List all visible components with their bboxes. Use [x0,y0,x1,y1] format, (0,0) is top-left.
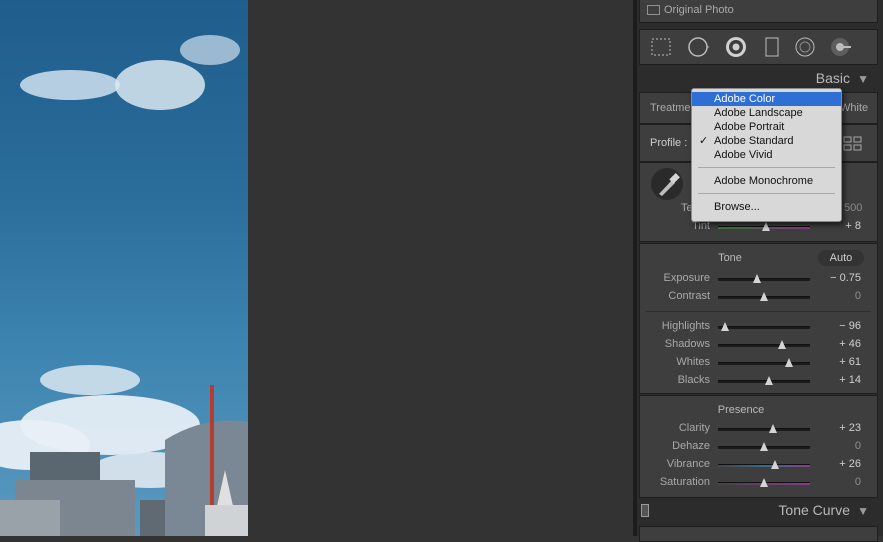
radial-filter-icon[interactable] [794,36,816,58]
profile-label: Profile : [650,137,688,149]
profile-dropdown-menu: Adobe Color Adobe Landscape Adobe Portra… [691,88,842,222]
vibrance-slider-track[interactable] [718,464,810,467]
contrast-value[interactable]: 0 [821,290,861,302]
menu-item-adobe-color[interactable]: Adobe Color [692,92,841,106]
blacks-slider-thumb[interactable] [764,376,773,385]
graduated-filter-icon[interactable] [761,36,783,58]
shadows-value[interactable]: + 46 [821,338,861,350]
shadows-label: Shadows [664,338,710,350]
panel-divider[interactable] [633,0,637,536]
menu-item-browse[interactable]: Browse... [692,200,841,214]
tone-title: Tone [718,252,742,264]
whites-value[interactable]: + 61 [821,356,861,368]
blacks-value[interactable]: + 14 [821,374,861,386]
basic-panel-header[interactable]: Basic ▼ [639,69,876,89]
presence-section: Presence Clarity + 23 Dehaze 0 Vibrance … [639,395,878,498]
menu-separator [698,167,835,168]
auto-tone-button[interactable]: Auto [818,250,864,266]
highlights-slider-thumb[interactable] [721,322,730,331]
exposure-label: Exposure [663,272,710,284]
clarity-value[interactable]: + 23 [821,422,861,434]
tone-curve-header[interactable]: Tone Curve ▼ [639,500,876,522]
temp-value[interactable]: 500 [844,202,862,214]
menu-item-adobe-vivid[interactable]: Adobe Vivid [692,148,841,162]
photo-frame-icon [647,5,660,15]
crop-overlay-icon[interactable] [650,36,672,58]
tone-curve-collapse-icon[interactable]: ▼ [857,504,869,518]
blacks-label: Blacks [677,374,710,386]
shadows-slider-thumb[interactable] [778,340,787,349]
dehaze-slider-thumb[interactable] [760,442,768,451]
saturation-slider-thumb[interactable] [760,478,768,487]
exposure-value[interactable]: − 0.75 [821,272,861,284]
clarity-slider-track[interactable] [718,428,810,431]
photo-image [0,35,248,536]
tool-strip [639,29,878,65]
eyedropper-icon[interactable] [650,167,684,201]
contrast-label: Contrast [668,290,710,302]
tone-curve-title: Tone Curve [778,502,850,518]
panel-collapse-triangle-icon[interactable]: ▼ [857,72,869,86]
menu-item-adobe-landscape[interactable]: Adobe Landscape [692,106,841,120]
shadows-slider-track[interactable] [718,344,810,347]
exposure-slider-thumb[interactable] [752,274,761,283]
treatment-black-white[interactable]: White [840,102,868,114]
canvas-background [248,0,633,536]
panel-switch-icon[interactable] [641,504,649,517]
clarity-label: Clarity [678,422,710,434]
profile-browser-grid-icon[interactable] [843,136,863,152]
original-photo-label: Original Photo [664,4,734,16]
basic-title: Basic [815,70,850,86]
photo-preview [0,0,248,536]
tone-section: Tone Auto Exposure − 0.75 Contrast 0 Hig… [639,243,878,394]
red-eye-icon[interactable] [725,36,747,58]
tint-slider-thumb[interactable] [761,222,770,231]
menu-separator [698,193,835,194]
vibrance-label: Vibrance [666,458,710,470]
dehaze-value[interactable]: 0 [821,440,861,452]
vibrance-value[interactable]: + 26 [821,458,861,470]
tone-curve-section [639,526,878,542]
checkmark-icon: ✓ [699,135,709,147]
saturation-label: Saturation [659,476,710,488]
adjustment-brush-icon[interactable] [829,36,851,58]
original-photo-bar[interactable]: Original Photo [639,0,878,23]
menu-item-adobe-monochrome[interactable]: Adobe Monochrome [692,174,841,188]
clarity-slider-thumb[interactable] [769,424,778,433]
menu-item-adobe-portrait[interactable]: Adobe Portrait [692,120,841,134]
presence-title: Presence [717,404,765,416]
whites-slider-thumb[interactable] [784,358,793,367]
tone-divider [646,311,871,312]
highlights-slider-track[interactable] [718,326,810,329]
saturation-value[interactable]: 0 [821,476,861,488]
whites-label: Whites [676,356,710,368]
spot-removal-icon[interactable] [687,36,709,58]
vibrance-slider-thumb[interactable] [771,460,780,469]
contrast-slider-thumb[interactable] [760,292,768,301]
menu-item-adobe-standard[interactable]: ✓ Adobe Standard [692,134,841,148]
highlights-label: Highlights [661,320,710,332]
treatment-label: Treatme [650,102,691,114]
exposure-slider-track[interactable] [718,278,810,281]
dehaze-label: Dehaze [672,440,710,452]
highlights-value[interactable]: − 96 [821,320,861,332]
whites-slider-track[interactable] [718,362,810,365]
